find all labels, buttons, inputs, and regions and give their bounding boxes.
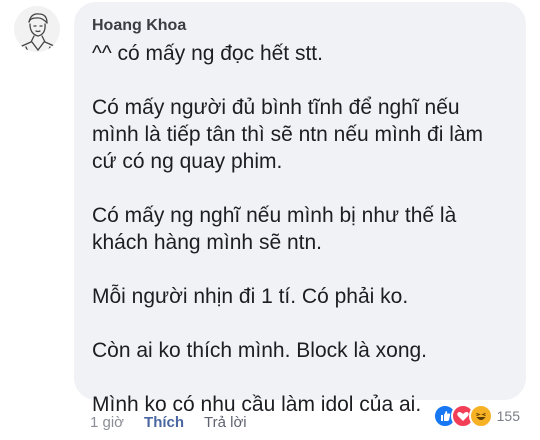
haha-reaction-icon — [468, 404, 493, 428]
comment-paragraph: Còn ai ko thích mình. Block là xong. — [92, 339, 428, 362]
comment-paragraph: Mỗi người nhịn đi 1 tí. Có phải ko. — [92, 285, 409, 308]
reply-button[interactable]: Trả lời — [204, 414, 247, 431]
comment-author[interactable]: Hoang Khoa — [92, 16, 510, 36]
comment-bubble: Hoang Khoa ^^ có mấy ng đọc hết stt. Có … — [74, 2, 526, 416]
reactions-summary[interactable]: 155 — [432, 404, 520, 428]
avatar[interactable] — [14, 6, 60, 52]
comment-actions: 1 giờ Thích Trả lời — [90, 410, 247, 434]
like-button[interactable]: Thích — [144, 414, 184, 431]
comment-paragraph: ^^ có mấy ng đọc hết stt. — [92, 42, 323, 65]
comment-timestamp[interactable]: 1 giờ — [90, 414, 124, 431]
comment-paragraph: Có mấy người đủ bình tĩnh để nghĩ nếu mì… — [92, 96, 484, 173]
comment-paragraph: Có mấy ng nghĩ nếu mình bị như thế là kh… — [92, 204, 457, 254]
reaction-count: 155 — [496, 408, 520, 424]
user-sketch-icon — [21, 13, 55, 52]
